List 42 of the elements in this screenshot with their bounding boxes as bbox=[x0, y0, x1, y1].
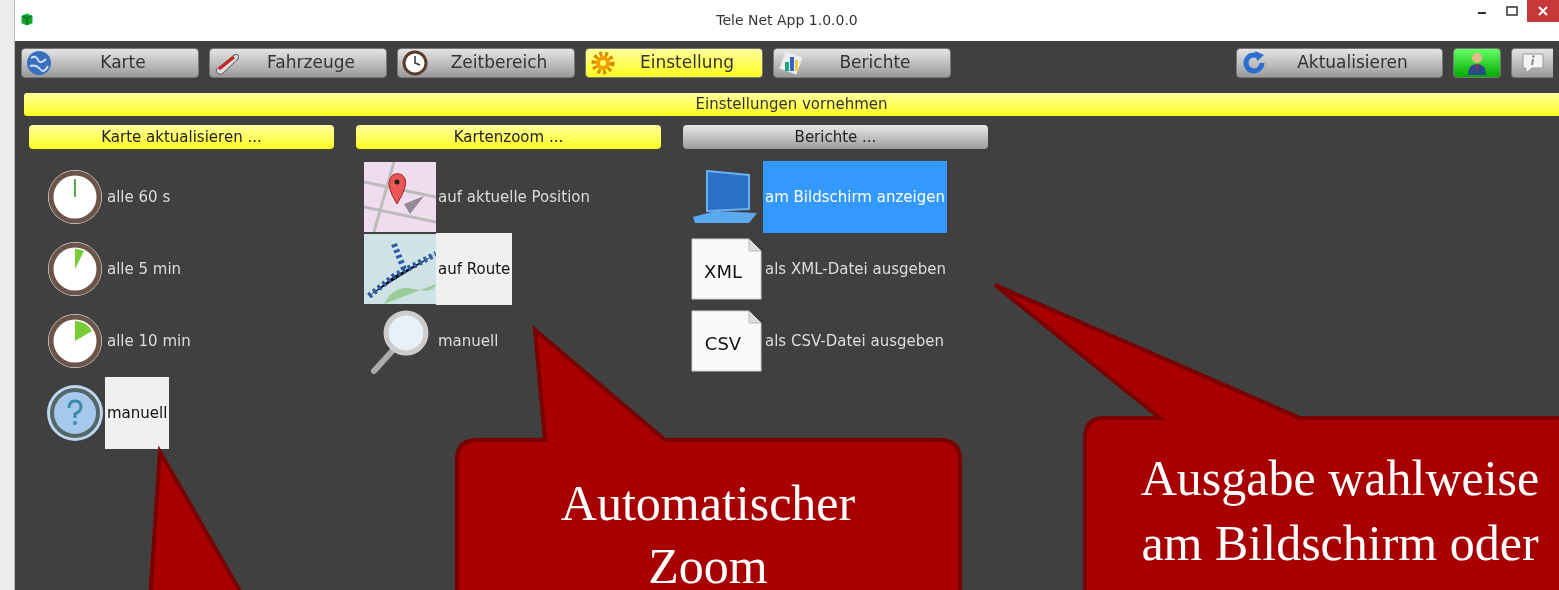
toolbar-tab[interactable]: Zeitbereich bbox=[397, 48, 575, 78]
toolbar-tab[interactable]: Berichte bbox=[773, 48, 951, 78]
map-pin-icon bbox=[364, 162, 436, 232]
toolbar-tab[interactable]: Fahrzeuge bbox=[209, 48, 387, 78]
option-item[interactable]: alle 5 min bbox=[105, 233, 184, 305]
clock-icon bbox=[45, 311, 105, 371]
option-item[interactable]: auf Route bbox=[436, 233, 513, 305]
app-icon bbox=[20, 12, 34, 26]
option-item[interactable]: auf aktuelle Position bbox=[436, 161, 592, 233]
gear-icon bbox=[590, 50, 616, 76]
toolbar-tab[interactable]: Einstellung bbox=[585, 48, 763, 78]
person-icon bbox=[1466, 51, 1488, 75]
close-button[interactable] bbox=[1527, 0, 1559, 22]
group-header: Kartenzoom ... bbox=[356, 125, 661, 149]
route-map-icon bbox=[364, 234, 436, 304]
option-item[interactable]: als CSV-Datei ausgeben bbox=[763, 305, 947, 377]
close-icon bbox=[1538, 6, 1548, 16]
window-title: Tele Net App 1.0.0.0 bbox=[716, 11, 858, 30]
user-button[interactable] bbox=[1453, 48, 1501, 78]
info-icon bbox=[1519, 51, 1546, 75]
group-header: Berichte ... bbox=[683, 125, 988, 149]
file-icon: CSV bbox=[691, 310, 763, 372]
option-item[interactable]: manuell bbox=[436, 305, 501, 377]
file-icon: XML bbox=[691, 238, 763, 300]
clock-icon bbox=[45, 239, 105, 299]
callout-text: Automatischer Zoom bbox=[560, 475, 856, 590]
clock-icon bbox=[402, 50, 428, 76]
callout-text: Ausgabe wahlweise am Bildschirm oder bbox=[1140, 450, 1540, 571]
clock-icon bbox=[45, 167, 105, 227]
refresh-button[interactable]: Aktualisieren bbox=[1236, 48, 1443, 78]
maximize-icon bbox=[1506, 6, 1518, 16]
option-item[interactable]: alle 60 s bbox=[105, 161, 173, 233]
toolbar-tab[interactable]: Karte bbox=[21, 48, 199, 78]
info-button[interactable] bbox=[1511, 48, 1553, 78]
option-item[interactable]: manuell bbox=[105, 377, 170, 449]
refresh-icon bbox=[1241, 50, 1267, 76]
help-icon bbox=[45, 383, 105, 443]
option-item[interactable]: alle 10 min bbox=[105, 305, 193, 377]
group-header: Karte aktualisieren ... bbox=[29, 125, 334, 149]
globe-icon bbox=[26, 50, 52, 76]
option-item[interactable]: als XML-Datei ausgeben bbox=[763, 233, 948, 305]
section-banner: Einstellungen vornehmen bbox=[24, 93, 1559, 116]
